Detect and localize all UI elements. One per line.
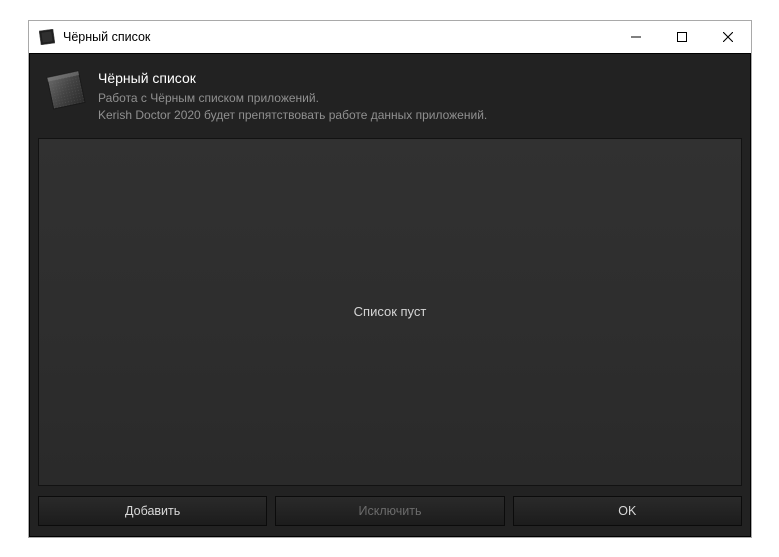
client-area: Чёрный список Работа с Чёрным списком пр… xyxy=(29,53,751,537)
minimize-button[interactable] xyxy=(613,21,659,53)
exclude-button: Исключить xyxy=(275,496,504,526)
window: Чёрный список xyxy=(28,20,752,538)
header-desc-line1: Работа с Чёрным списком приложений. xyxy=(98,90,487,107)
close-button[interactable] xyxy=(705,21,751,53)
button-row: Добавить Исключить OK xyxy=(38,496,742,526)
titlebar: Чёрный список xyxy=(29,21,751,53)
window-controls xyxy=(613,21,751,53)
header: Чёрный список Работа с Чёрным списком пр… xyxy=(38,62,742,138)
blacklist-listbox[interactable]: Список пуст xyxy=(38,138,742,486)
header-desc-line2: Kerish Doctor 2020 будет препятствовать … xyxy=(98,107,487,124)
header-title: Чёрный список xyxy=(98,70,487,86)
header-text: Чёрный список Работа с Чёрным списком пр… xyxy=(98,68,487,124)
app-icon xyxy=(39,29,55,45)
maximize-button[interactable] xyxy=(659,21,705,53)
empty-list-label: Список пуст xyxy=(354,304,427,319)
window-title: Чёрный список xyxy=(63,30,613,44)
ok-button[interactable]: OK xyxy=(513,496,742,526)
header-description: Работа с Чёрным списком приложений. Keri… xyxy=(98,90,487,124)
add-button[interactable]: Добавить xyxy=(38,496,267,526)
blacklist-icon xyxy=(44,68,88,112)
